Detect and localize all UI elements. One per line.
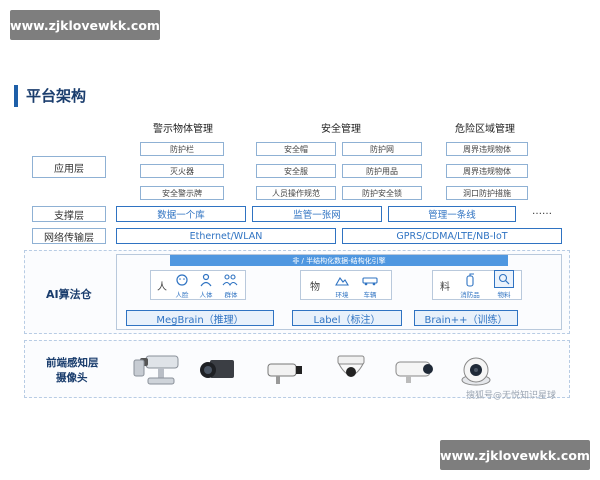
page-title: 平台架构: [26, 87, 87, 105]
app-cell: 防护安全锁: [342, 186, 422, 200]
layer-ai: AI算法仓: [46, 288, 92, 301]
crowd-icon: [220, 271, 240, 289]
ai-group-char: 人: [157, 282, 167, 293]
brain-inference: MegBrain（推理）: [126, 310, 274, 326]
column-header-warning: 警示物体管理: [153, 124, 213, 135]
layer-support: 支撑层: [32, 206, 106, 222]
engine-banner: 非 / 半结构化数据-结构化引擎: [170, 255, 508, 266]
layer-front-line2: 摄像头: [56, 372, 88, 384]
app-cell: 人员操作规范: [256, 186, 336, 200]
material-icon: [494, 270, 514, 288]
ai-group-char: 料: [440, 282, 450, 293]
brain-training: Brain++（训练）: [414, 310, 518, 326]
app-cell: 周界违规物体: [446, 142, 528, 156]
ptz-camera-icon: [132, 350, 184, 390]
column-header-danger: 危险区域管理: [455, 124, 515, 135]
ai-item-label: 人脸: [175, 291, 189, 299]
app-cell: 安全服: [256, 164, 336, 178]
support-cell: 数据一个库: [116, 206, 246, 222]
watermark-top: www.zjklovewkk.com: [10, 10, 160, 40]
brain-label: Label（标注）: [292, 310, 402, 326]
app-cell: 周界违规物体: [446, 164, 528, 178]
layer-network: 网络传输层: [32, 228, 106, 244]
app-cell: 安全警示牌: [140, 186, 224, 200]
layer-front-line1: 前端感知层: [46, 357, 99, 369]
app-cell: 防护用品: [342, 164, 422, 178]
dome-camera-icon: [334, 352, 368, 388]
app-cell: 防护栏: [140, 142, 224, 156]
source-credit: 搜狐号@无悦知识星球: [466, 391, 557, 401]
bullet-camera-small-icon: [262, 356, 308, 386]
face-icon: [172, 271, 192, 289]
ai-item-label: 车辆: [363, 291, 377, 299]
title-accent-bar: [14, 85, 18, 107]
fire-equipment-icon: [460, 271, 480, 289]
ai-item-label: 消防品: [460, 291, 480, 299]
body-icon: [196, 271, 216, 289]
app-cell: 洞口防护措施: [446, 186, 528, 200]
app-cell: 灭火器: [140, 164, 224, 178]
support-more: ……: [532, 206, 552, 217]
network-cell-wired: Ethernet/WLAN: [116, 228, 336, 244]
ai-item-label: 环境: [335, 291, 349, 299]
support-cell: 管理一条线: [388, 206, 516, 222]
ai-item-label: 群体: [224, 291, 238, 299]
support-cell: 监管一张网: [252, 206, 382, 222]
column-header-safety: 安全管理: [321, 124, 361, 135]
vehicle-icon: [360, 271, 380, 289]
app-cell: 防护网: [342, 142, 422, 156]
ai-item-label: 人体: [199, 291, 213, 299]
box-camera-icon: [198, 352, 240, 388]
environment-icon: [332, 271, 352, 289]
ai-item-label: 物料: [497, 291, 511, 299]
app-cell: 安全帽: [256, 142, 336, 156]
bullet-camera-icon: [392, 356, 436, 386]
turret-camera-icon: [458, 352, 494, 388]
network-cell-wireless: GPRS/CDMA/LTE/NB-IoT: [342, 228, 562, 244]
watermark-bottom: www.zjklovewkk.com: [440, 440, 590, 470]
ai-group-char: 物: [310, 282, 320, 293]
layer-application: 应用层: [32, 156, 106, 178]
